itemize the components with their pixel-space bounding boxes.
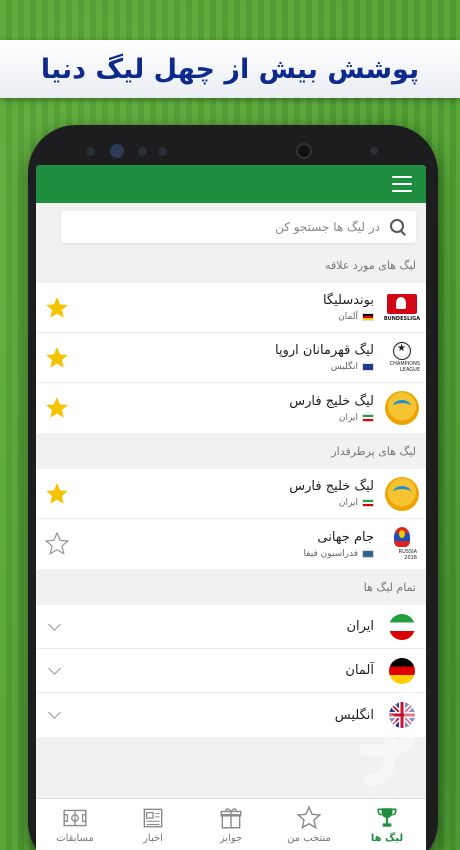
nav-tab-prizes[interactable]: جوایز bbox=[192, 799, 270, 850]
star-outline-icon[interactable] bbox=[44, 531, 70, 557]
sensor-dot bbox=[110, 144, 124, 158]
star-outline-icon bbox=[296, 805, 322, 830]
league-row-champions-league[interactable]: CHAMPIONS LEAGUE لیگ قهرمانان اروپا انگل… bbox=[36, 333, 426, 383]
star-filled-icon[interactable] bbox=[44, 345, 70, 371]
league-row-world-cup[interactable]: RUSSIA 2018 جام جهانی فدراسیون فیفا bbox=[36, 519, 426, 569]
camera-dot bbox=[296, 143, 312, 159]
league-title: لیگ خلیج فارس bbox=[289, 479, 374, 494]
champions-league-logo-text: CHAMPIONS LEAGUE bbox=[389, 361, 420, 373]
world-cup-logo: RUSSIA 2018 bbox=[384, 526, 420, 562]
section-header-all: تمام لیگ ها bbox=[363, 580, 416, 594]
speaker-dot bbox=[86, 147, 95, 156]
bundesliga-logo: BUNDESLIGA bbox=[384, 290, 420, 326]
sensor-dot bbox=[158, 147, 167, 156]
popular-list: لیگ خلیج فارس ایران RUSSIA 2018 جام جهان… bbox=[36, 469, 426, 569]
sensor-dot bbox=[138, 147, 147, 156]
search-container bbox=[36, 203, 426, 247]
league-title: لیگ خلیج فارس bbox=[289, 393, 374, 409]
search-bar[interactable] bbox=[61, 211, 416, 243]
chevron-down-icon[interactable] bbox=[48, 708, 62, 722]
bottom-navigation: لیگ ها منتخب من جوایز اخبار مسابقات bbox=[36, 798, 426, 850]
star-filled-icon[interactable] bbox=[44, 481, 70, 507]
nav-label: منتخب من bbox=[287, 833, 331, 844]
germany-flag-icon bbox=[362, 313, 374, 321]
league-country: انگلیس bbox=[70, 362, 374, 372]
iran-flag-icon bbox=[362, 413, 374, 422]
nav-tab-leagues[interactable]: لیگ ها bbox=[348, 799, 426, 850]
app-bar bbox=[36, 165, 426, 203]
trophy-icon bbox=[377, 808, 397, 827]
country-name: انگلیس bbox=[334, 707, 374, 723]
search-input[interactable] bbox=[69, 220, 380, 234]
league-country: فدراسیون فیفا bbox=[70, 549, 374, 559]
country-label: ایران bbox=[338, 412, 358, 423]
section-header-favorites: لیگ های مورد علاقه bbox=[325, 258, 416, 272]
league-title: بوندسلیگا bbox=[322, 293, 374, 308]
nav-tab-news[interactable]: اخبار bbox=[114, 799, 192, 850]
nav-label: اخبار bbox=[143, 833, 163, 844]
nav-label: جوایز bbox=[219, 833, 243, 844]
league-title: جام جهانی bbox=[317, 529, 374, 545]
country-label: ایران bbox=[338, 498, 358, 508]
phone-top-bar bbox=[28, 125, 438, 165]
search-icon[interactable] bbox=[388, 217, 408, 237]
world-cup-logo-text: RUSSIA 2018 bbox=[398, 549, 417, 561]
league-row-persian-gulf[interactable]: لیگ خلیج فارس ایران bbox=[36, 469, 426, 519]
chevron-down-icon[interactable] bbox=[48, 620, 62, 634]
england-flag-icon bbox=[362, 363, 374, 371]
chevron-down-icon[interactable] bbox=[48, 664, 62, 678]
nav-label: لیگ ها bbox=[370, 833, 404, 844]
gift-icon bbox=[220, 808, 242, 829]
iran-flag-icon bbox=[384, 609, 420, 645]
nav-tab-my-picks[interactable]: منتخب من bbox=[270, 799, 348, 850]
banner-title: پوشش بیش از چهل لیگ دنیا bbox=[40, 53, 420, 85]
star-filled-icon[interactable] bbox=[44, 395, 70, 421]
field-icon bbox=[63, 809, 87, 827]
nav-tab-matches[interactable]: مسابقات bbox=[36, 799, 114, 850]
sensor-dot bbox=[370, 147, 378, 155]
fifa-flag-icon bbox=[362, 549, 374, 558]
country-name: ایران bbox=[346, 619, 374, 634]
iran-flag-icon bbox=[362, 499, 374, 507]
league-row-persian-gulf[interactable]: لیگ خلیج فارس ایران bbox=[36, 383, 426, 433]
league-country: ایران bbox=[70, 498, 374, 508]
nav-label: مسابقات bbox=[56, 833, 94, 844]
persian-gulf-cup-logo bbox=[384, 390, 420, 426]
country-row-iran[interactable]: ایران bbox=[36, 605, 426, 649]
country-label: فدراسیون فیفا bbox=[303, 548, 358, 559]
country-name: آلمان bbox=[345, 663, 374, 678]
bundesliga-logo-text: BUNDESLIGA bbox=[383, 315, 421, 322]
league-country: آلمان bbox=[70, 312, 374, 322]
league-title: لیگ قهرمانان اروپا bbox=[275, 343, 374, 358]
country-label: انگلیس bbox=[330, 362, 358, 372]
newspaper-icon bbox=[143, 808, 163, 828]
country-label: آلمان bbox=[338, 312, 358, 322]
persian-gulf-cup-logo bbox=[384, 476, 420, 512]
section-header-popular: لیگ های پرطرفدار bbox=[331, 444, 416, 458]
promo-banner: پوشش بیش از چهل لیگ دنیا bbox=[0, 40, 460, 98]
store-watermark-icon bbox=[359, 684, 416, 786]
league-country: ایران bbox=[70, 413, 374, 423]
star-filled-icon[interactable] bbox=[44, 295, 70, 321]
champions-league-logo: CHAMPIONS LEAGUE bbox=[384, 340, 420, 376]
favorites-list: BUNDESLIGA بوندسلیگا آلمان CHAMPIONS LEA… bbox=[36, 283, 426, 433]
menu-line bbox=[392, 190, 412, 192]
league-row-bundesliga[interactable]: BUNDESLIGA بوندسلیگا آلمان bbox=[36, 283, 426, 333]
menu-line bbox=[392, 176, 412, 178]
hamburger-menu-icon[interactable] bbox=[392, 176, 412, 192]
menu-line bbox=[392, 183, 412, 185]
